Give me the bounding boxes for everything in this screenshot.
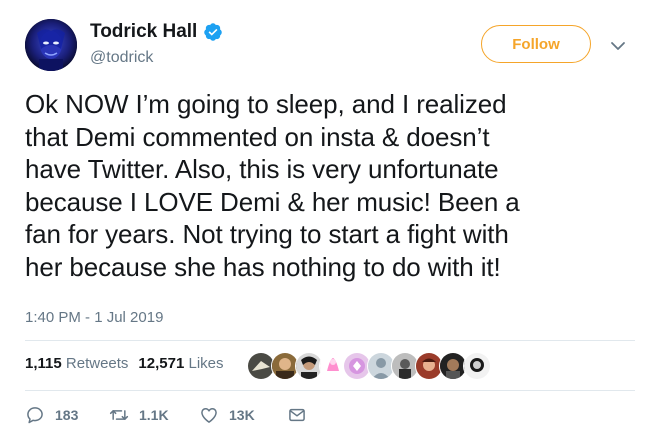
divider: [25, 390, 635, 391]
like-button[interactable]: 13K: [199, 405, 287, 425]
reply-count: 183: [55, 407, 79, 423]
like-count: 13K: [229, 407, 255, 423]
reply-button[interactable]: 183: [25, 405, 109, 425]
liker-avatars: [247, 352, 491, 380]
retweets-count: 1,115: [25, 355, 62, 372]
direct-message-button[interactable]: [287, 405, 307, 425]
tweet-text: Ok NOW I’m going to sleep, and I realize…: [25, 88, 637, 283]
tweet-text-line: have Twitter. Also, this is very unfortu…: [25, 154, 499, 184]
retweet-button[interactable]: 1.1K: [109, 405, 199, 425]
engagement-stats: 1,115 Retweets 12,571 Likes: [25, 355, 224, 372]
divider: [25, 340, 635, 341]
heart-icon: [201, 408, 217, 423]
follow-button[interactable]: Follow: [481, 25, 591, 63]
likes-count: 12,571: [138, 355, 185, 372]
reply-icon: [27, 407, 43, 424]
retweet-count: 1.1K: [139, 407, 169, 423]
liker-avatar[interactable]: [463, 352, 491, 380]
user-handle[interactable]: @todrick: [90, 49, 153, 67]
retweets-label: Retweets: [65, 355, 129, 372]
chevron-down-icon[interactable]: [608, 36, 628, 56]
tweet-text-line: that Demi commented on insta & doesn’t: [25, 121, 490, 152]
tweet-text-line: Ok NOW I’m going to sleep, and I realize…: [25, 89, 507, 119]
tweet-text-line: because I LOVE Demi & her music! Been a: [25, 186, 520, 217]
retweets-stat[interactable]: 1,115 Retweets: [25, 355, 128, 372]
likes-stat[interactable]: 12,571 Likes: [138, 355, 223, 372]
avatar[interactable]: [25, 19, 77, 71]
tweet-actions: 183 1.1K 13K: [25, 404, 307, 426]
user-display-name-row[interactable]: Todrick Hall: [90, 21, 223, 43]
tweet-text-line: fan for years. Not trying to start a fig…: [25, 219, 509, 249]
user-display-name[interactable]: Todrick Hall: [90, 21, 197, 43]
avatar-image: [25, 19, 77, 71]
envelope-icon: [289, 408, 305, 422]
tweet-text-line: her because she has nothing to do with i…: [25, 251, 501, 282]
verified-badge-icon: [204, 23, 223, 41]
tweet-timestamp[interactable]: 1:40 PM - 1 Jul 2019: [25, 309, 163, 326]
likes-label: Likes: [188, 355, 224, 372]
retweet-icon: [109, 410, 129, 420]
